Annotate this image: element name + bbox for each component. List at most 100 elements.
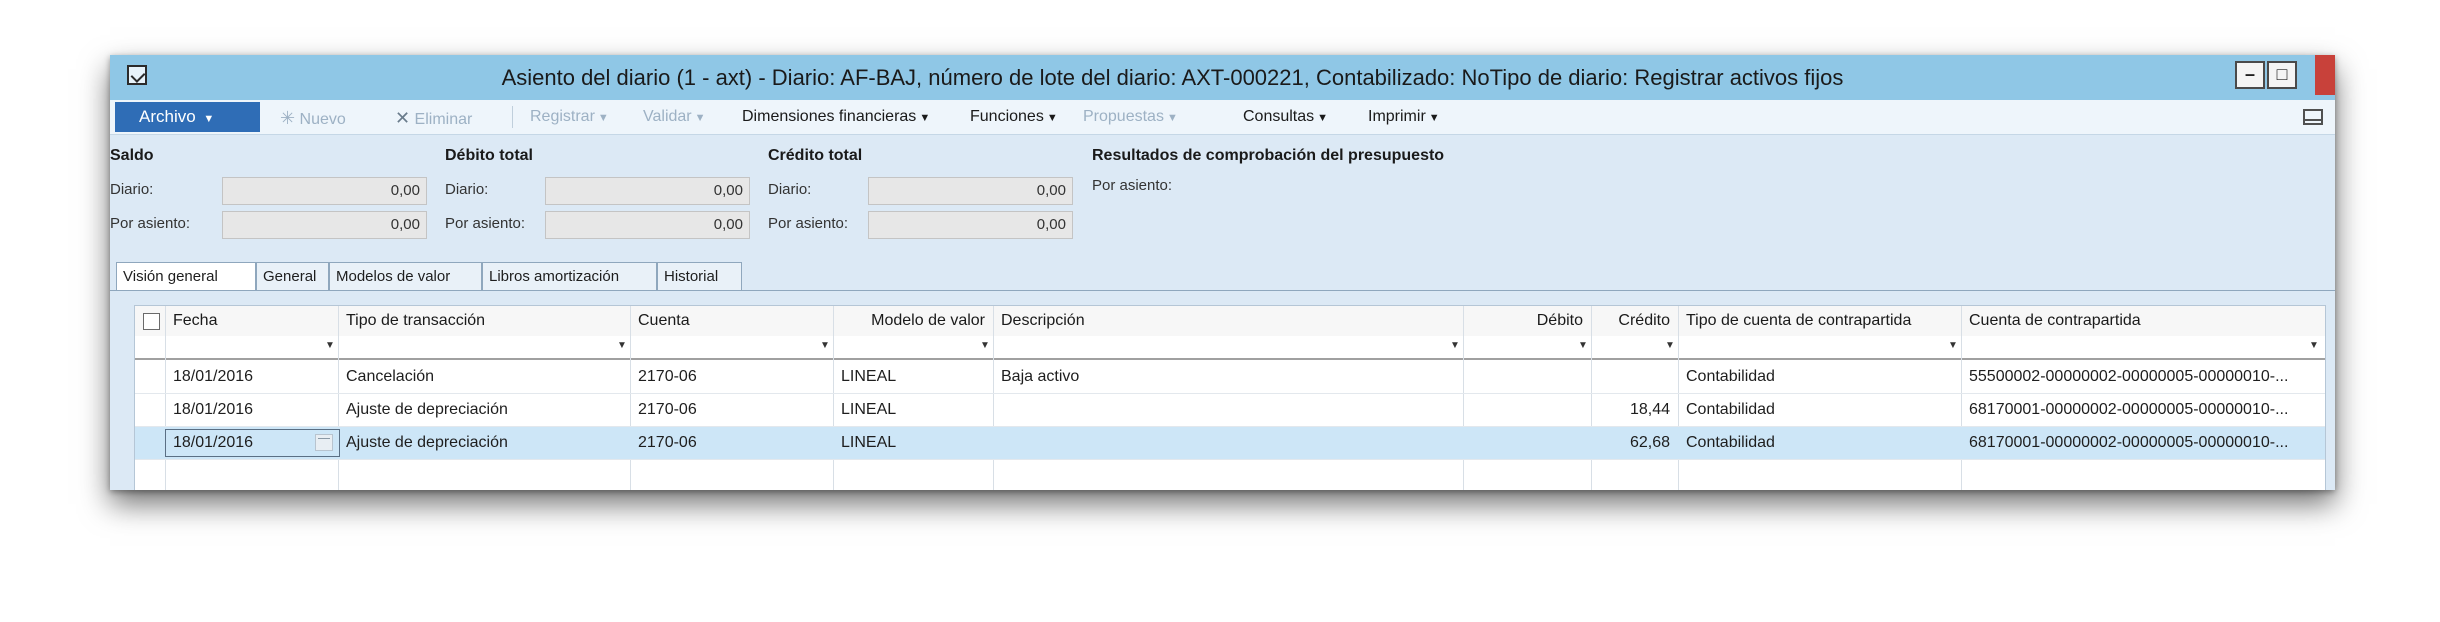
column-header-cuenta-contrapartida[interactable]: Cuenta de contrapartida — [1961, 306, 2325, 336]
select-all-header — [135, 306, 165, 336]
cell-fecha[interactable]: 18/01/2016 — [165, 427, 325, 459]
window-title: Asiento del diario (1 - axt) - Diario: A… — [501, 65, 1844, 90]
title-bar[interactable]: Asiento del diario (1 - axt) - Diario: A… — [110, 55, 2335, 100]
column-header-cuenta[interactable]: Cuenta — [630, 306, 833, 336]
validar-label: Validar — [643, 108, 692, 125]
saldo-title: Saldo — [110, 147, 154, 164]
tab-general[interactable]: General — [256, 262, 329, 290]
propuestas-button[interactable]: Propuestas ▼ — [1083, 108, 1178, 126]
cell-cuenta[interactable]: 2170-06 — [630, 427, 833, 459]
toolbar-divider — [512, 106, 513, 128]
maximize-button[interactable]: □ — [2267, 61, 2297, 89]
cell-tipo-cuenta-contrapartida[interactable]: Contabilidad — [1678, 394, 1961, 426]
debito-asiento-label: Por asiento: — [445, 215, 526, 232]
cell-fecha[interactable]: 18/01/2016 — [165, 394, 338, 426]
table-row[interactable]: 18/01/2016 Ajuste de depreciación 2170-0… — [135, 394, 2325, 426]
tab-historial[interactable]: Historial — [657, 262, 742, 290]
minimize-button[interactable]: – — [2235, 61, 2265, 89]
cell-cuenta-contrapartida[interactable]: 68170001-00000002-00000005-00000010-... — [1961, 427, 2325, 459]
filter-modelo-icon[interactable]: ▼ — [980, 340, 990, 351]
credito-title: Crédito total — [768, 147, 863, 164]
archivo-label: Archivo — [139, 107, 196, 126]
registrar-button[interactable]: Registrar ▼ — [530, 108, 609, 126]
tab-modelos-de-valor[interactable]: Modelos de valor — [329, 262, 482, 290]
cell-fecha[interactable]: 18/01/2016 — [165, 361, 338, 393]
cell-descripcion[interactable] — [993, 427, 1463, 459]
cell-credito[interactable] — [1591, 361, 1678, 393]
cell-descripcion[interactable] — [993, 394, 1463, 426]
action-pane: Archivo ▼ ✳ Nuevo ✕ Eliminar Registrar ▼ … — [110, 100, 2335, 135]
cell-credito[interactable]: 18,44 — [1591, 394, 1678, 426]
imprimir-button[interactable]: Imprimir ▼ — [1368, 108, 1440, 126]
saldo-diario-label: Diario: — [110, 181, 154, 198]
credito-diario-field: 0,00 — [868, 177, 1073, 205]
table-row-selected[interactable]: 18/01/2016 Ajuste de depreciación 2170-0… — [135, 427, 2325, 459]
calendar-icon[interactable] — [315, 434, 333, 451]
filter-cuenta-contrapartida-icon[interactable]: ▼ — [2309, 340, 2319, 351]
presupuesto-title: Resultados de comprobación del presupues… — [1092, 147, 1445, 164]
eliminar-label: Eliminar — [414, 111, 473, 128]
column-header-tipo-transaccion[interactable]: Tipo de transacción — [338, 306, 630, 336]
filter-debito-icon[interactable]: ▼ — [1578, 340, 1588, 351]
journal-lines-grid: Fecha Tipo de transacción Cuenta Modelo … — [134, 305, 2326, 490]
saldo-asiento-field: 0,00 — [222, 211, 427, 239]
funciones-button[interactable]: Funciones ▼ — [970, 108, 1058, 126]
chevron-down-icon: ▼ — [597, 112, 609, 124]
cell-tipo-cuenta-contrapartida[interactable]: Contabilidad — [1678, 361, 1961, 393]
cell-debito[interactable] — [1463, 361, 1591, 393]
tab-divider — [110, 290, 2335, 291]
table-row[interactable]: 18/01/2016 Cancelación 2170-06 LINEAL Ba… — [135, 361, 2325, 393]
cell-tipo-cuenta-contrapartida[interactable]: Contabilidad — [1678, 427, 1961, 459]
cell-cuenta-contrapartida[interactable]: 55500002-00000002-00000005-00000010-... — [1961, 361, 2325, 393]
journal-window: Asiento del diario (1 - axt) - Diario: A… — [110, 55, 2335, 490]
filter-descripcion-icon[interactable]: ▼ — [1450, 340, 1460, 351]
chevron-down-icon: ▼ — [694, 112, 706, 124]
imprimir-label: Imprimir — [1368, 108, 1426, 125]
cell-cuenta[interactable]: 2170-06 — [630, 394, 833, 426]
column-header-descripcion[interactable]: Descripción — [993, 306, 1463, 336]
column-header-credito[interactable]: Crédito — [1591, 306, 1678, 336]
cell-credito[interactable]: 62,68 — [1591, 427, 1678, 459]
nuevo-button[interactable]: ✳ Nuevo — [280, 108, 346, 129]
cell-tipo-transaccion[interactable]: Ajuste de depreciación — [338, 394, 630, 426]
debito-asiento-field: 0,00 — [545, 211, 750, 239]
validar-button[interactable]: Validar ▼ — [643, 108, 706, 126]
filter-fecha-icon[interactable]: ▼ — [325, 340, 335, 351]
tab-vision-general[interactable]: Visión general — [116, 262, 256, 291]
consultas-button[interactable]: Consultas ▼ — [1243, 108, 1328, 126]
column-header-debito[interactable]: Débito — [1463, 306, 1591, 336]
filter-tipo-icon[interactable]: ▼ — [617, 340, 627, 351]
close-button[interactable] — [2315, 55, 2335, 95]
credito-asiento-field: 0,00 — [868, 211, 1073, 239]
dimensiones-button[interactable]: Dimensiones financieras ▼ — [742, 108, 930, 126]
saldo-diario-field: 0,00 — [222, 177, 427, 205]
filter-tipo-contrapartida-icon[interactable]: ▼ — [1948, 340, 1958, 351]
chevron-down-icon: ▼ — [1317, 112, 1329, 124]
delete-icon: ✕ — [395, 108, 411, 128]
cell-modelo-valor[interactable]: LINEAL — [833, 427, 993, 459]
column-header-modelo-valor[interactable]: Modelo de valor — [833, 306, 993, 336]
select-all-checkbox[interactable] — [143, 313, 160, 330]
filter-cuenta-icon[interactable]: ▼ — [820, 340, 830, 351]
fact-box-toggle-icon[interactable] — [2303, 109, 2323, 125]
credito-asiento-label: Por asiento: — [768, 215, 849, 232]
cell-descripcion[interactable]: Baja activo — [993, 361, 1463, 393]
column-header-tipo-cuenta-contrapartida[interactable]: Tipo de cuenta de contrapartida — [1678, 306, 1961, 336]
filter-row: ▼ ▼ ▼ ▼ ▼ ▼ ▼ ▼ ▼ — [135, 336, 2325, 360]
cell-cuenta[interactable]: 2170-06 — [630, 361, 833, 393]
cell-debito[interactable] — [1463, 427, 1591, 459]
filter-credito-icon[interactable]: ▼ — [1665, 340, 1675, 351]
cell-modelo-valor[interactable]: LINEAL — [833, 361, 993, 393]
cell-cuenta-contrapartida[interactable]: 68170001-00000002-00000005-00000010-... — [1961, 394, 2325, 426]
cell-tipo-transaccion[interactable]: Cancelación — [338, 361, 630, 393]
tab-libros-amortizacion[interactable]: Libros amortización — [482, 262, 657, 290]
column-header-fecha[interactable]: Fecha — [165, 306, 338, 336]
presupuesto-asiento-label: Por asiento: — [1092, 177, 1173, 194]
cell-modelo-valor[interactable]: LINEAL — [833, 394, 993, 426]
eliminar-button[interactable]: ✕ Eliminar — [395, 108, 472, 129]
cell-debito[interactable] — [1463, 394, 1591, 426]
app-icon — [127, 65, 147, 85]
cell-tipo-transaccion[interactable]: Ajuste de depreciación — [338, 427, 630, 459]
archivo-menu-button[interactable]: Archivo ▼ — [115, 102, 260, 132]
registrar-label: Registrar — [530, 108, 595, 125]
